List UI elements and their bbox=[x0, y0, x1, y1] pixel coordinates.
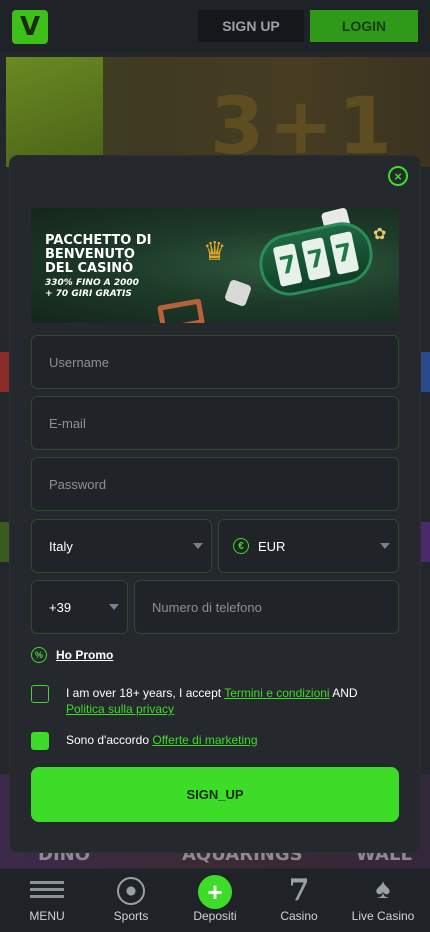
nav-label: Casino bbox=[280, 909, 318, 923]
phone-placeholder: Numero di telefono bbox=[152, 599, 262, 615]
country-select[interactable]: Italy bbox=[31, 519, 212, 573]
email-input[interactable]: E-mail bbox=[31, 396, 399, 450]
country-value: Italy bbox=[49, 538, 73, 554]
marketing-consent-row: Sono d'accordo Offerte di marketing bbox=[31, 732, 258, 750]
plus-icon: + bbox=[198, 875, 232, 909]
dice-icon bbox=[223, 278, 253, 308]
soccer-ball-icon bbox=[117, 877, 145, 905]
chevron-down-icon bbox=[380, 543, 390, 549]
background-side-strip bbox=[0, 522, 10, 562]
welcome-promo-banner[interactable]: PACCHETTO DI BENVENUTO DEL CASINÒ 330% F… bbox=[31, 208, 399, 323]
login-button-top[interactable]: LOGIN bbox=[310, 10, 418, 42]
username-placeholder: Username bbox=[49, 354, 109, 370]
nav-item-casino[interactable]: 7 Casino bbox=[256, 869, 342, 932]
slot-reel: 7 bbox=[301, 237, 331, 281]
terms-link[interactable]: Termini e condizioni bbox=[224, 686, 329, 700]
privacy-link[interactable]: Politica sulla privacy bbox=[66, 702, 174, 716]
nav-item-sports[interactable]: Sports bbox=[88, 869, 174, 932]
crown-icon: ♛ bbox=[203, 236, 227, 266]
age-consent-label: I am over 18+ years, I accept bbox=[66, 686, 225, 700]
signup-submit-button[interactable]: SIGN_UP bbox=[31, 767, 399, 822]
clover-icon: ✿ bbox=[373, 226, 387, 243]
menu-icon bbox=[30, 877, 64, 902]
age-consent-and: AND bbox=[329, 686, 358, 700]
promo-banner-subtitle: 330% FINO A 2000 + 70 GIRI GRATIS bbox=[45, 278, 139, 299]
phone-input[interactable]: Numero di telefono bbox=[134, 580, 399, 634]
password-placeholder: Password bbox=[49, 476, 107, 492]
email-placeholder: E-mail bbox=[49, 415, 86, 431]
top-bar: V SIGN UP LOGIN bbox=[0, 0, 430, 52]
slot-machine-icon: 7 7 7 bbox=[253, 216, 379, 302]
age-consent-row: I am over 18+ years, I accept Termini e … bbox=[31, 685, 358, 717]
spade-icon: ♠ bbox=[375, 873, 391, 904]
slot-reel: 7 bbox=[273, 243, 303, 287]
phone-prefix-value: +39 bbox=[49, 599, 72, 615]
chevron-down-icon bbox=[109, 604, 119, 610]
signup-button-top[interactable]: SIGN UP bbox=[198, 10, 304, 42]
chevron-down-icon bbox=[193, 543, 203, 549]
background-side-strip bbox=[420, 352, 430, 392]
slot-reel: 7 bbox=[329, 231, 359, 275]
background-side-strip bbox=[420, 522, 430, 562]
brand-logo[interactable]: V bbox=[12, 10, 48, 44]
nav-label: Live Casino bbox=[351, 909, 415, 923]
currency-value: EUR bbox=[258, 538, 286, 554]
nav-label: Sports bbox=[113, 909, 149, 923]
nav-label: Depositi bbox=[193, 909, 237, 923]
phone-prefix-select[interactable]: +39 bbox=[31, 580, 128, 634]
seven-icon: 7 bbox=[288, 873, 310, 908]
username-input[interactable]: Username bbox=[31, 335, 399, 389]
nav-item-menu[interactable]: MENU bbox=[4, 869, 90, 932]
promo-banner-title: PACCHETTO DI BENVENUTO DEL CASINÒ bbox=[45, 233, 152, 276]
nav-label: MENU bbox=[29, 909, 65, 923]
bottom-navigation: MENU Sports + Depositi 7 Casino ♠ Live C… bbox=[0, 868, 430, 932]
background-side-strip bbox=[0, 352, 10, 392]
promo-code-toggle[interactable]: % Ho Promo bbox=[31, 646, 113, 664]
decorative-block-icon bbox=[157, 298, 205, 323]
marketing-consent-label: Sono d'accordo bbox=[66, 733, 153, 747]
nav-item-deposits[interactable]: + Depositi bbox=[172, 869, 258, 932]
nav-item-live-casino[interactable]: ♠ Live Casino bbox=[340, 869, 426, 932]
signup-modal: × PACCHETTO DI BENVENUTO DEL CASINÒ 330%… bbox=[10, 156, 420, 852]
background-hero-tile bbox=[6, 57, 103, 167]
age-consent-checkbox[interactable] bbox=[31, 685, 49, 703]
password-input[interactable]: Password bbox=[31, 457, 399, 511]
close-icon[interactable]: × bbox=[388, 166, 408, 186]
promo-code-link[interactable]: Ho Promo bbox=[56, 648, 113, 662]
marketing-link[interactable]: Offerte di marketing bbox=[152, 733, 257, 747]
marketing-consent-text: Sono d'accordo Offerte di marketing bbox=[66, 732, 258, 748]
currency-select[interactable]: € EUR bbox=[218, 519, 399, 573]
euro-icon: € bbox=[233, 538, 249, 554]
percent-icon: % bbox=[31, 647, 47, 663]
age-consent-text: I am over 18+ years, I accept Termini e … bbox=[66, 685, 358, 717]
marketing-consent-checkbox[interactable] bbox=[31, 732, 49, 750]
